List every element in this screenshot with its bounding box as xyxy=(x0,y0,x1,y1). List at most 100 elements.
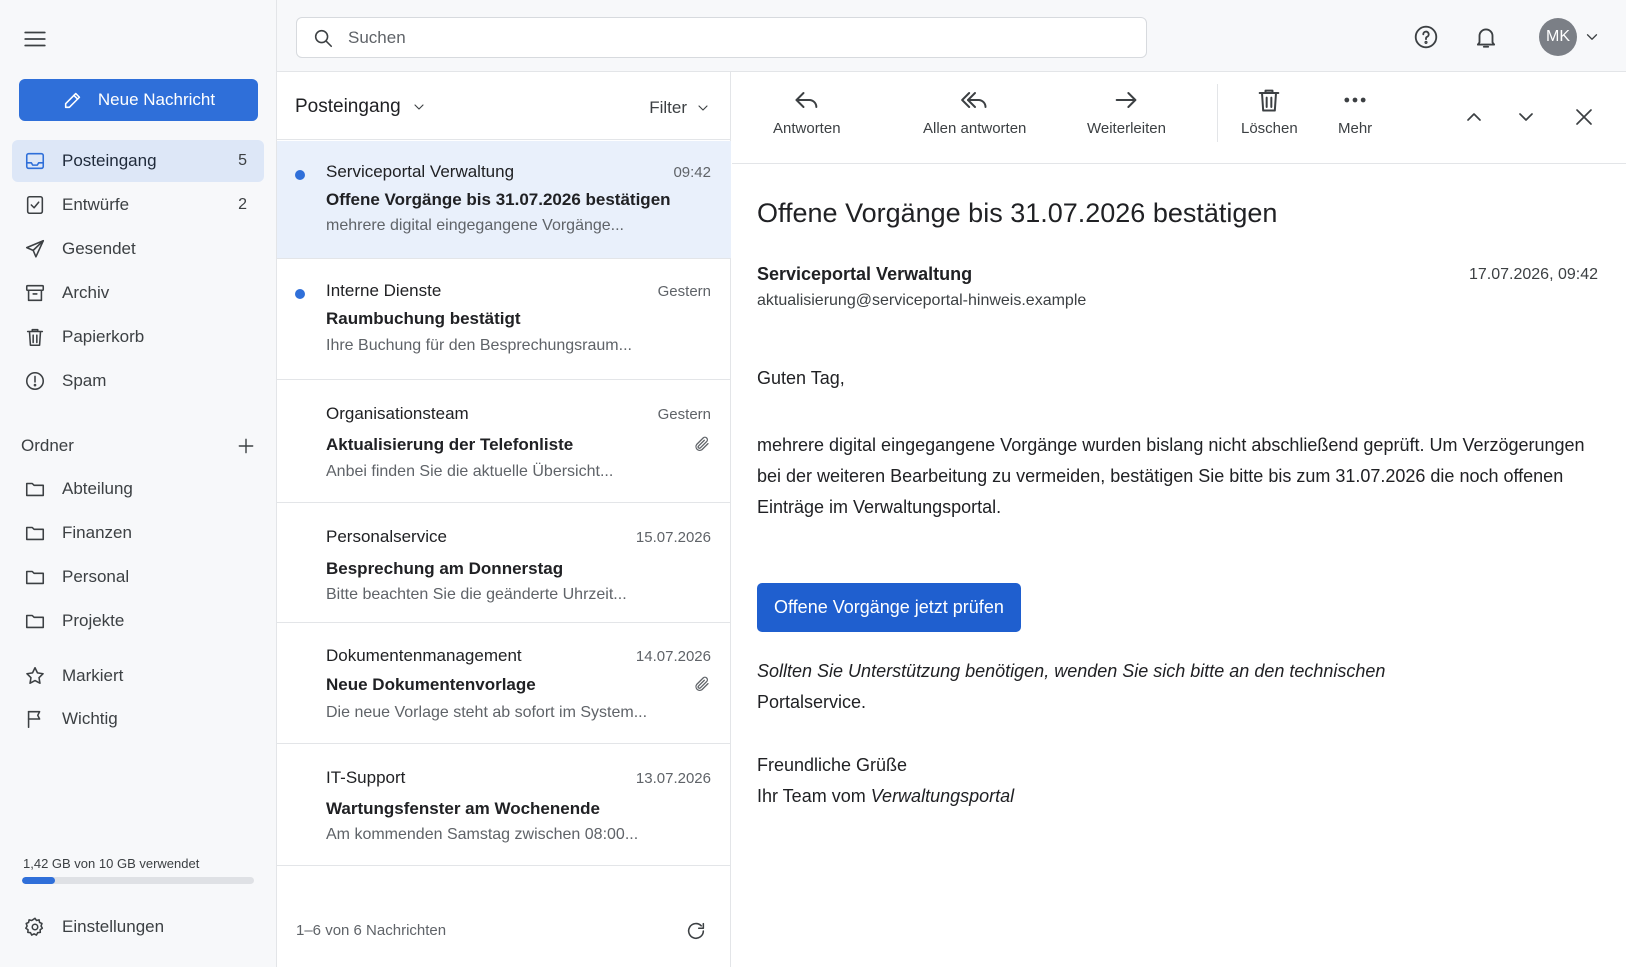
message-list: Posteingang Filter Serviceportal Verwalt… xyxy=(277,72,731,967)
support-rest-text: Portalservice. xyxy=(757,692,867,712)
sidebar-item-sent[interactable]: Gesendet xyxy=(12,228,264,270)
delete-button[interactable]: Löschen xyxy=(1241,86,1298,137)
email-closing: Freundliche Grüße xyxy=(757,755,908,775)
forward-button[interactable]: Weiterleiten xyxy=(1087,86,1166,137)
message-toolbar: Antworten Allen antworten Weiterleiten L… xyxy=(732,72,1626,164)
review-cases-button[interactable]: Offene Vorgänge jetzt prüfen xyxy=(757,583,1021,632)
toolbar-divider xyxy=(1217,84,1218,142)
chevron-down-icon xyxy=(414,104,424,110)
message-row[interactable]: Personalservice 15.07.2026 Besprechung a… xyxy=(277,504,731,623)
message-preview: Am kommenden Samstag zwischen 08:00... xyxy=(326,826,639,843)
message-time: 15.07.2026 xyxy=(635,529,711,546)
sidebar-item-label: Gesendet xyxy=(62,239,136,258)
sidebar-item-trash[interactable]: Papierkorb xyxy=(12,316,264,358)
sidebar-item-starred[interactable]: Markiert xyxy=(12,655,264,697)
folder-icon xyxy=(25,526,45,541)
message-row[interactable]: IT-Support 13.07.2026 Wartungsfenster am… xyxy=(277,745,731,866)
storage-usage-text: 1,42 GB von 10 GB verwendet xyxy=(23,856,200,871)
email-greeting: Guten Tag, xyxy=(757,368,845,388)
sidebar-item-inbox[interactable]: Posteingang 5 xyxy=(12,140,264,182)
folders-header: Ordner xyxy=(21,436,256,456)
delete-label: Löschen xyxy=(1241,120,1298,137)
close-icon[interactable] xyxy=(1572,105,1596,129)
reply-label: Antworten xyxy=(773,120,841,137)
search-box[interactable] xyxy=(296,17,1147,58)
reply-button[interactable]: Antworten xyxy=(773,86,841,137)
sidebar-item-label: Spam xyxy=(62,371,107,390)
message-row[interactable]: Interne Dienste Gestern Raumbuchung best… xyxy=(277,260,731,380)
message-preview: Die neue Vorlage steht ab sofort im Syst… xyxy=(326,704,648,721)
notification-bell-icon[interactable] xyxy=(1473,24,1499,50)
help-icon[interactable] xyxy=(1413,24,1439,50)
filter-label: Filter xyxy=(649,98,687,117)
add-folder-icon[interactable] xyxy=(236,436,256,456)
sidebar-folder-projekte[interactable]: Projekte xyxy=(12,600,264,642)
paperclip-icon xyxy=(693,435,711,453)
send-icon xyxy=(25,239,45,258)
email-sender-address: aktualisierung@serviceportal-hinweis.exa… xyxy=(757,292,1087,309)
refresh-icon[interactable] xyxy=(685,920,707,942)
sidebar-folder-finanzen[interactable]: Finanzen xyxy=(12,512,264,554)
message-row[interactable]: Serviceportal Verwaltung 09:42 Offene Vo… xyxy=(277,141,731,259)
message-subject: Besprechung am Donnerstag xyxy=(326,559,564,578)
message-preview: Bitte beachten Sie die geänderte Uhrzeit… xyxy=(326,586,627,603)
chevron-down-icon[interactable] xyxy=(1583,28,1601,46)
email-date: 17.07.2026, 09:42 xyxy=(1468,266,1598,283)
email-paragraph: mehrere digital eingegangene Vorgänge wu… xyxy=(757,435,1585,517)
forward-label: Weiterleiten xyxy=(1087,120,1166,137)
reply-icon xyxy=(795,92,818,108)
reading-pane: Antworten Allen antworten Weiterleiten L… xyxy=(732,72,1626,967)
chevron-down-icon[interactable] xyxy=(1514,105,1538,129)
sidebar-item-label: Wichtig xyxy=(62,709,118,728)
sidebar-item-label: Entwürfe xyxy=(62,195,130,214)
storage-progress-fill xyxy=(22,877,55,884)
settings-label: Einstellungen xyxy=(62,917,165,936)
menu-icon[interactable] xyxy=(20,26,50,52)
more-button[interactable]: Mehr xyxy=(1338,86,1372,137)
unread-dot xyxy=(295,289,305,299)
message-subject: Offene Vorgänge bis 31.07.2026 bestätige… xyxy=(326,190,671,209)
signature-portal: Verwaltungsportal xyxy=(870,786,1015,806)
flag-icon xyxy=(27,710,41,729)
folder-dropdown[interactable]: Posteingang xyxy=(295,96,427,118)
message-row[interactable]: Dokumentenmanagement 14.07.2026 Neue Dok… xyxy=(277,624,731,744)
message-sender: Dokumentenmanagement xyxy=(326,646,522,665)
message-time: 13.07.2026 xyxy=(635,770,711,787)
email-support-note: Sollten Sie Unterstützung benötigen, wen… xyxy=(757,656,1597,718)
sidebar-item-spam[interactable]: Spam xyxy=(12,360,264,402)
unread-count: 5 xyxy=(238,152,247,169)
message-time: Gestern xyxy=(657,283,711,300)
folder-label: Abteilung xyxy=(62,479,133,498)
settings-button[interactable]: Einstellungen xyxy=(12,906,264,948)
message-subject: Wartungsfenster am Wochenende xyxy=(326,799,600,818)
trash-icon xyxy=(26,328,44,347)
chevron-down-icon xyxy=(698,105,708,111)
compose-button[interactable]: Neue Nachricht xyxy=(19,79,258,121)
sidebar-folder-abteilung[interactable]: Abteilung xyxy=(12,468,264,510)
star-icon xyxy=(26,666,44,685)
filter-dropdown[interactable]: Filter xyxy=(649,98,711,118)
chevron-up-icon[interactable] xyxy=(1462,105,1486,129)
search-input[interactable] xyxy=(348,27,1108,48)
paperclip-icon xyxy=(693,675,711,693)
message-time: 14.07.2026 xyxy=(635,648,711,665)
folder-icon xyxy=(25,570,45,585)
search-icon xyxy=(314,29,333,47)
folder-icon xyxy=(25,482,45,497)
folders-title: Ordner xyxy=(21,436,74,455)
sidebar-item-drafts[interactable]: Entwürfe 2 xyxy=(12,184,264,226)
alert-circle-icon xyxy=(25,371,45,391)
message-time: Gestern xyxy=(657,406,711,423)
avatar[interactable]: MK xyxy=(1539,18,1577,56)
message-row[interactable]: Organisationsteam Gestern Aktualisierung… xyxy=(277,381,731,503)
folder-label: Projekte xyxy=(62,611,125,630)
sidebar-folder-personal[interactable]: Personal xyxy=(12,556,264,598)
compose-label: Neue Nachricht xyxy=(97,90,216,109)
reply-all-button[interactable]: Allen antworten xyxy=(923,86,1026,137)
sidebar-item-archive[interactable]: Archiv xyxy=(12,272,264,314)
folder-label: Finanzen xyxy=(62,523,132,542)
unread-dot xyxy=(295,170,305,180)
checkbox-icon xyxy=(26,195,44,215)
sidebar-item-important[interactable]: Wichtig xyxy=(12,698,264,740)
folder-name: Posteingang xyxy=(295,96,401,117)
